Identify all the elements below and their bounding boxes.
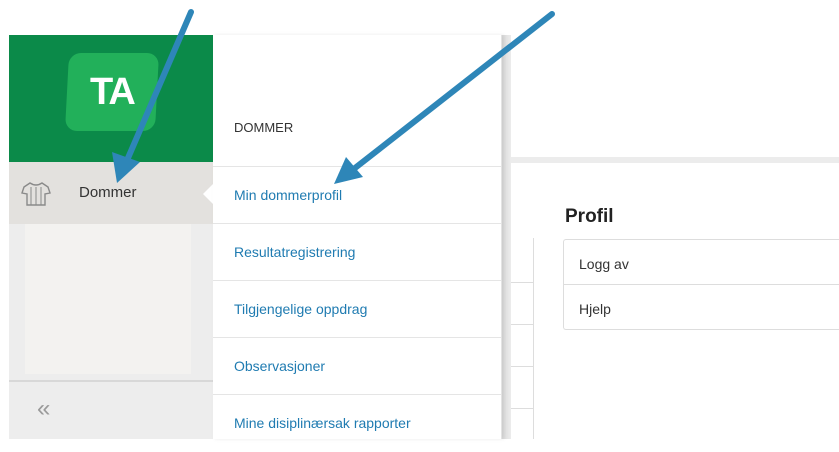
brand-header: TA <box>9 35 213 162</box>
logo[interactable]: TA <box>64 53 160 131</box>
menu-item-label: Resultatregistrering <box>234 244 356 260</box>
menu-item-observasjoner[interactable]: Observasjoner <box>213 337 501 395</box>
menu-item-disiplinaersak-rapporter[interactable]: Mine disiplinærsak rapporter <box>213 394 501 452</box>
divider <box>9 380 213 382</box>
menu-item-label: Mine disiplinærsak rapporter <box>234 415 411 431</box>
sidebar-item-dommer[interactable]: Dommer <box>9 162 213 224</box>
menu-heading: DOMMER <box>234 120 294 135</box>
menu-item-min-dommerprofil[interactable]: Min dommerprofil <box>213 166 501 224</box>
menu-item-tilgjengelige-oppdrag[interactable]: Tilgjengelige oppdrag <box>213 280 501 338</box>
list-item-label: Logg av <box>579 256 629 272</box>
menu-item-resultatregistrering[interactable]: Resultatregistrering <box>213 223 501 281</box>
menu-item-label: Min dommerprofil <box>234 187 343 203</box>
help-button[interactable]: Hjelp <box>564 285 839 329</box>
menu-item-label: Tilgjengelige oppdrag <box>234 301 368 317</box>
collapse-sidebar-icon[interactable]: « <box>37 395 50 423</box>
logout-button[interactable]: Logg av <box>564 240 839 285</box>
menu-shadow <box>501 35 511 439</box>
background-list-row <box>511 408 533 409</box>
background-list-row <box>511 282 533 283</box>
sidebar-panel <box>25 224 191 374</box>
menu-item-label: Observasjoner <box>234 358 326 374</box>
background-list-row <box>511 366 533 367</box>
shirt-icon <box>21 182 51 206</box>
dommer-menu: DOMMER Min dommerprofil Resultatregistre… <box>213 35 502 439</box>
profile-title: Profil <box>565 206 614 227</box>
sidebar: TA Dommer « <box>9 35 213 439</box>
logo-text: TA <box>90 70 134 113</box>
list-item-label: Hjelp <box>579 301 611 317</box>
profile-list: Logg av Hjelp <box>563 239 839 330</box>
background-list-row <box>511 324 533 325</box>
top-strip <box>0 0 839 35</box>
menu-pointer <box>203 184 213 204</box>
sidebar-item-label: Dommer <box>79 184 137 201</box>
